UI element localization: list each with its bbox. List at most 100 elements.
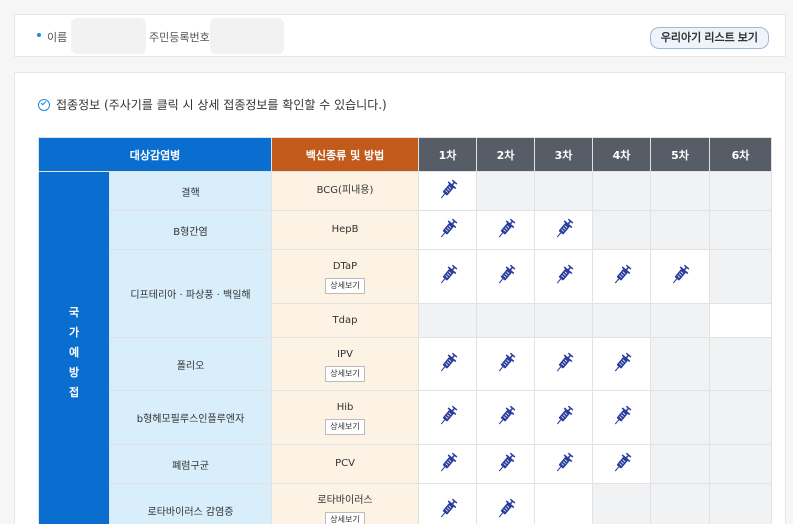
vaccination-table: 대상감염병 백신종류 및 방법 1차 2차 3차 4차 5차 6차 국가예방접 … <box>37 137 773 524</box>
syringe-icon[interactable] <box>612 264 632 286</box>
dose-cell <box>418 390 478 445</box>
dose-cell-na <box>709 249 773 304</box>
dose-cell <box>534 483 594 524</box>
table-row: 국가예방접 결핵 BCG(피내용) <box>38 171 773 524</box>
dose-cell-na <box>709 483 773 524</box>
rrn-value-masked <box>210 18 284 54</box>
dose-cell-na <box>650 171 711 211</box>
dose-cell <box>476 390 536 445</box>
dose-cell-na <box>709 171 773 211</box>
name-value-masked <box>71 18 146 54</box>
vaccine-name: IPV <box>337 348 353 360</box>
dose-cell <box>534 444 594 484</box>
vaccine-name: 로타바이러스 <box>317 495 373 506</box>
syringe-icon[interactable] <box>554 405 574 427</box>
vaccine-name: Hib <box>336 402 354 413</box>
syringe-icon[interactable] <box>438 179 458 201</box>
dose-cell <box>476 444 536 484</box>
syringe-icon[interactable] <box>554 264 574 286</box>
dose-cell <box>592 444 652 484</box>
header-dose-6: 6차 <box>709 137 773 172</box>
disease-cell: 결핵 <box>108 171 273 211</box>
dose-cell-na <box>592 171 652 211</box>
disease-cell: b형헤모필루스인플루엔자 <box>108 390 273 445</box>
header-dose-3: 3차 <box>534 137 594 172</box>
syringe-icon[interactable] <box>554 218 574 240</box>
dose-cell <box>592 249 652 304</box>
dose-cell-na <box>650 444 711 484</box>
disease-cell: 폴리오 <box>108 337 273 391</box>
dose-cell <box>592 337 652 391</box>
dose-cell-na <box>418 303 478 338</box>
table-row: 디프테리아 · 파상풍 · 백일해 DTaP 상세보기 <box>39 249 773 338</box>
syringe-icon[interactable] <box>438 452 458 474</box>
disease-cell: B형간염 <box>108 210 273 250</box>
table-row: 로타바이러스 감염증 로타바이러스 상세보기 <box>39 483 773 524</box>
syringe-icon[interactable] <box>554 352 574 374</box>
syringe-icon[interactable] <box>496 405 516 427</box>
dose-cell-na <box>650 210 711 250</box>
dose-cell <box>534 390 594 445</box>
dose-cell-na <box>709 444 773 484</box>
detail-button[interactable]: 상세보기 <box>325 365 365 382</box>
syringe-icon[interactable] <box>670 264 690 286</box>
syringe-icon[interactable] <box>438 264 458 286</box>
vaccine-cell: DTaP 상세보기 <box>271 249 420 304</box>
vaccine-cell: Tdap <box>271 303 420 338</box>
dose-cell-na <box>476 303 536 338</box>
dose-cell <box>534 249 594 304</box>
check-circle-icon <box>38 99 50 111</box>
table-row: B형간염 HepB <box>39 210 773 250</box>
dose-cell <box>476 483 536 524</box>
syringe-icon[interactable] <box>438 218 458 240</box>
syringe-icon[interactable] <box>496 218 516 240</box>
syringe-icon[interactable] <box>496 352 516 374</box>
disease-cell: 로타바이러스 감염증 <box>108 483 273 524</box>
dose-cell <box>650 249 711 304</box>
dose-cell-na <box>534 303 594 338</box>
section-title: 접종정보 (주사기를 클릭 시 상세 접종정보를 확인할 수 있습니다.) <box>38 96 387 113</box>
syringe-icon[interactable] <box>612 352 632 374</box>
table-row: 폴리오 IPV 상세보기 <box>39 337 773 391</box>
dose-cell-na <box>592 210 652 250</box>
vaccine-cell: IPV 상세보기 <box>271 337 420 391</box>
dose-cell-na <box>650 303 711 338</box>
detail-button[interactable]: 상세보기 <box>325 512 365 524</box>
syringe-icon[interactable] <box>438 498 458 520</box>
dose-cell-na <box>709 390 773 445</box>
dose-cell-na <box>534 171 594 211</box>
dose-cell <box>418 483 478 524</box>
syringe-icon[interactable] <box>438 352 458 374</box>
dose-cell-na <box>650 337 711 391</box>
header-dose-5: 5차 <box>650 137 711 172</box>
syringe-icon[interactable] <box>612 452 632 474</box>
header-dose-2: 2차 <box>476 137 536 172</box>
dose-cell <box>418 249 478 304</box>
group-national: 국가예방접 <box>38 171 110 524</box>
header-dose-4: 4차 <box>592 137 652 172</box>
dose-cell <box>418 171 478 211</box>
syringe-icon[interactable] <box>554 452 574 474</box>
syringe-icon[interactable] <box>496 498 516 520</box>
header-vaccine: 백신종류 및 방법 <box>271 137 420 172</box>
baby-list-button[interactable]: 우리아기 리스트 보기 <box>649 27 769 49</box>
detail-button[interactable]: 상세보기 <box>325 419 365 435</box>
group-label: 국가예방접 <box>68 305 80 399</box>
syringe-icon[interactable] <box>496 452 516 474</box>
vaccine-name: DTaP <box>332 261 358 272</box>
dose-cell <box>534 337 594 391</box>
disease-cell: 폐렴구균 <box>108 444 273 484</box>
detail-button[interactable]: 상세보기 <box>325 278 365 294</box>
dose-cell <box>418 444 478 484</box>
syringe-icon[interactable] <box>612 405 632 427</box>
vaccine-cell: BCG(피내용) <box>271 171 420 211</box>
syringe-icon[interactable] <box>496 264 516 286</box>
dose-cell <box>534 210 594 250</box>
dose-cell-na <box>650 390 711 445</box>
dose-cell-na <box>709 210 773 250</box>
dose-cell <box>476 337 536 391</box>
syringe-icon[interactable] <box>438 405 458 427</box>
bullet-icon <box>37 33 41 37</box>
dose-cell-na <box>592 483 652 524</box>
vaccine-cell: Hib 상세보기 <box>271 390 420 445</box>
